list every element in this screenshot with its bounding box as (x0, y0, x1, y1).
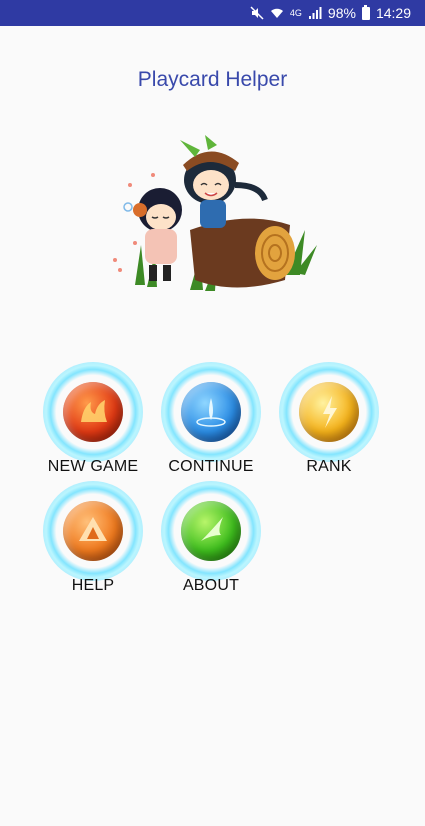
wifi-icon (270, 6, 284, 20)
help-button[interactable]: HELP (38, 481, 148, 601)
help-label: HELP (71, 577, 115, 594)
continue-button[interactable]: CONTINUE (156, 362, 266, 482)
battery-icon (361, 4, 370, 20)
orb-glow (43, 481, 143, 581)
battery-percent: 98% (327, 5, 356, 21)
orb-glow (161, 362, 261, 462)
signal-icon (308, 6, 322, 20)
about-label: ABOUT (182, 577, 240, 594)
wind-orb-icon (181, 501, 241, 561)
app-title: Playcard Helper (137, 68, 288, 91)
water-orb-icon (181, 382, 241, 442)
about-button[interactable]: ABOUT (156, 481, 266, 601)
network-type: 4G (289, 8, 302, 18)
mute-icon (250, 6, 264, 20)
orb-glow (161, 481, 261, 581)
hero-illustration (105, 125, 325, 300)
earth-orb-icon (63, 501, 123, 561)
status-bar: 4G 98% 14:29 (0, 0, 425, 26)
continue-label: CONTINUE (168, 458, 254, 475)
lightning-orb-icon (299, 382, 359, 442)
rank-button[interactable]: RANK (274, 362, 384, 482)
orb-glow (279, 362, 379, 462)
fire-orb-icon (63, 382, 123, 442)
new-game-button[interactable]: NEW GAME (38, 362, 148, 482)
clock: 14:29 (375, 5, 411, 21)
new-game-label: NEW GAME (47, 458, 139, 475)
orb-glow (43, 362, 143, 462)
rank-label: RANK (306, 458, 352, 475)
